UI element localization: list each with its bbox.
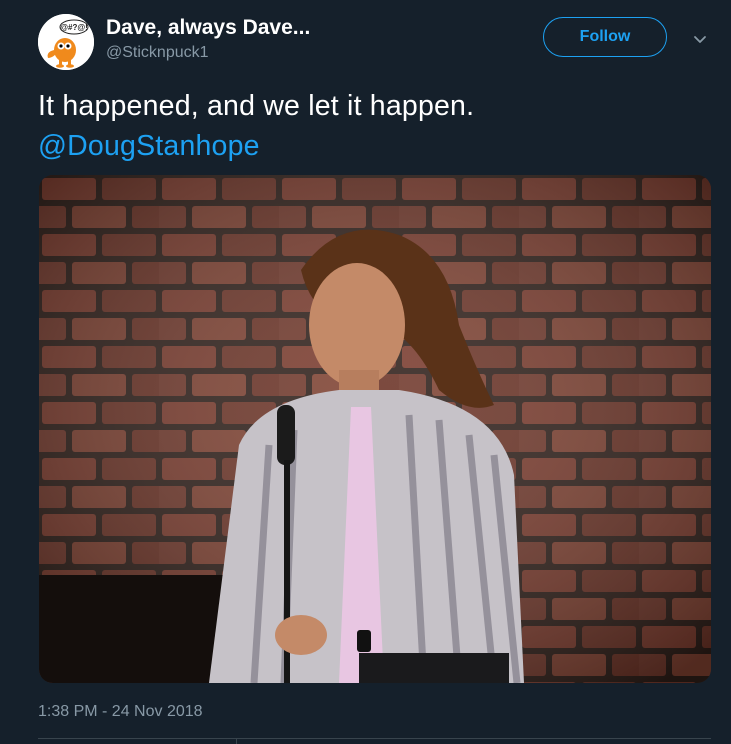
- author-handle[interactable]: @Sticknpuck1: [106, 44, 209, 62]
- avatar-image: @#?@!: [38, 14, 94, 70]
- author-display-name[interactable]: Dave, always Dave...: [106, 16, 310, 40]
- divider-tick: [236, 738, 237, 744]
- tweet-body: It happened, and we let it happen.: [38, 90, 475, 122]
- divider: [38, 738, 711, 739]
- tweet: @#?@! Dave, always Dave... @Sticknpuck1 …: [0, 0, 731, 744]
- media-illustration: [39, 175, 711, 683]
- avatar-text: @#?@!: [60, 23, 88, 32]
- tweet-timestamp[interactable]: 1:38 PM - 24 Nov 2018: [38, 703, 203, 721]
- avatar[interactable]: @#?@!: [38, 14, 94, 70]
- follow-button[interactable]: Follow: [543, 17, 667, 57]
- tweet-text: It happened, and we let it happen. @Doug…: [38, 86, 698, 166]
- tweet-media-image[interactable]: [39, 175, 711, 683]
- chevron-down-icon[interactable]: [688, 30, 712, 50]
- mention-link[interactable]: @DougStanhope: [38, 126, 698, 166]
